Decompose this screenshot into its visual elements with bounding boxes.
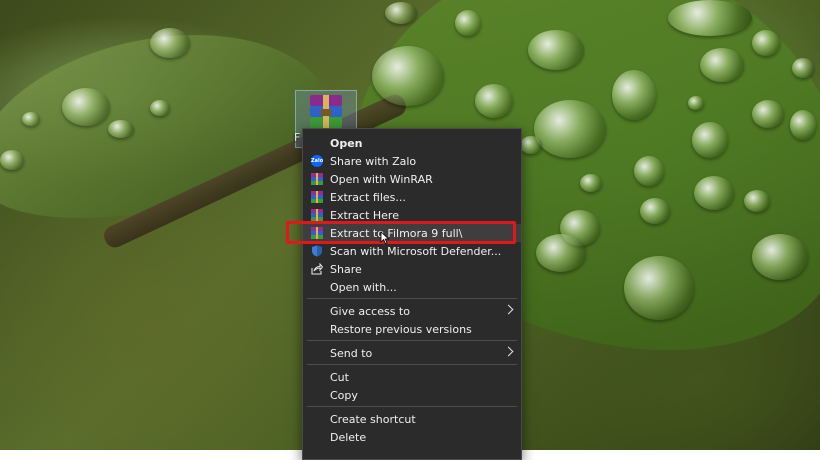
winrar-icon xyxy=(311,191,323,203)
menu-item-label: Open xyxy=(330,137,363,150)
chevron-right-icon xyxy=(503,346,514,357)
winrar-archive-icon xyxy=(310,95,342,129)
defender-shield-icon xyxy=(312,245,322,257)
menu-item-give-access-to[interactable]: Give access to xyxy=(303,302,521,320)
water-drop xyxy=(150,100,170,116)
water-drop xyxy=(0,150,24,170)
water-drop xyxy=(700,48,744,82)
menu-item-label: Open with... xyxy=(330,281,397,294)
menu-item-label: Give access to xyxy=(330,305,410,318)
water-drop xyxy=(640,198,670,224)
menu-item-open-with[interactable]: Open with... xyxy=(303,278,521,296)
menu-separator xyxy=(307,364,517,365)
menu-item-copy[interactable]: Copy xyxy=(303,386,521,404)
water-drop xyxy=(108,120,134,138)
water-drop xyxy=(634,156,664,186)
zalo-icon: Zalo xyxy=(311,155,323,167)
menu-item-extract-files[interactable]: Extract files... xyxy=(303,188,521,206)
menu-item-label: Delete xyxy=(330,431,367,444)
menu-item-label: Share with Zalo xyxy=(330,155,417,168)
water-drop xyxy=(624,256,694,320)
water-drop xyxy=(752,30,780,56)
water-drop xyxy=(752,100,784,128)
menu-item-label: Create shortcut xyxy=(330,413,416,426)
water-drop xyxy=(688,96,704,110)
mouse-cursor-icon xyxy=(380,231,390,245)
menu-item-share-with-zalo[interactable]: Zalo Share with Zalo xyxy=(303,152,521,170)
file-name-label: F xyxy=(294,131,301,144)
winrar-icon xyxy=(311,173,323,185)
water-drop xyxy=(534,100,606,158)
menu-item-label: Send to xyxy=(330,347,373,360)
water-drop xyxy=(22,112,40,126)
menu-separator xyxy=(307,298,517,299)
menu-item-scan-with-defender[interactable]: Scan with Microsoft Defender... xyxy=(303,242,521,260)
water-drop xyxy=(692,122,728,158)
water-drop xyxy=(668,0,752,36)
menu-item-label: Cut xyxy=(330,371,349,384)
water-drop xyxy=(528,30,584,70)
water-drop xyxy=(475,84,513,118)
water-drop xyxy=(455,10,481,36)
water-drop xyxy=(536,234,586,272)
water-drop xyxy=(62,88,110,126)
water-drop xyxy=(694,176,734,210)
water-drop xyxy=(744,190,770,212)
menu-item-label: Extract files... xyxy=(330,191,406,204)
red-highlight-box xyxy=(286,221,516,244)
water-drop xyxy=(752,234,808,280)
winrar-icon xyxy=(311,209,323,221)
menu-item-share[interactable]: Share xyxy=(303,260,521,278)
menu-separator xyxy=(307,340,517,341)
water-drop xyxy=(580,174,602,192)
menu-item-label: Share xyxy=(330,263,362,276)
context-menu: Open Zalo Share with Zalo Open with WinR… xyxy=(302,128,522,460)
menu-item-open-with-winrar[interactable]: Open with WinRAR xyxy=(303,170,521,188)
water-drop xyxy=(612,70,656,120)
water-drop xyxy=(790,110,816,140)
water-drop xyxy=(520,136,542,154)
water-drop xyxy=(150,28,190,58)
share-icon xyxy=(311,263,323,275)
menu-item-restore-previous-versions[interactable]: Restore previous versions xyxy=(303,320,521,338)
menu-separator xyxy=(307,406,517,407)
menu-item-label: Scan with Microsoft Defender... xyxy=(330,245,502,258)
menu-item-create-shortcut[interactable]: Create shortcut xyxy=(303,410,521,428)
chevron-right-icon xyxy=(503,304,514,315)
menu-item-label: Open with WinRAR xyxy=(330,173,433,186)
menu-item-cut[interactable]: Cut xyxy=(303,368,521,386)
water-drop xyxy=(372,46,444,106)
menu-item-delete[interactable]: Delete xyxy=(303,428,521,446)
menu-item-send-to[interactable]: Send to xyxy=(303,344,521,362)
water-drop xyxy=(385,2,417,24)
water-drop xyxy=(792,58,814,78)
menu-item-label: Restore previous versions xyxy=(330,323,472,336)
menu-item-open[interactable]: Open xyxy=(303,134,521,152)
menu-item-label: Copy xyxy=(330,389,358,402)
